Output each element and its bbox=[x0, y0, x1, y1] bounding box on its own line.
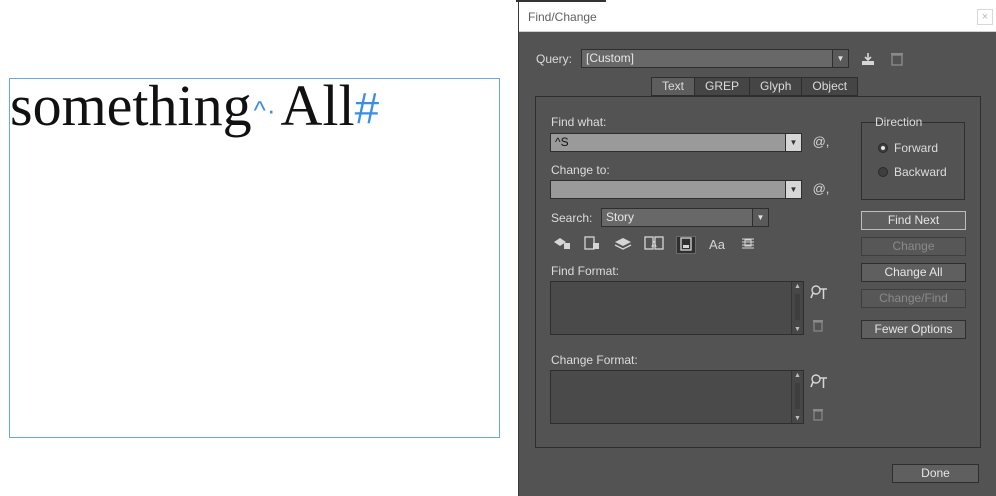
text-word-something: something bbox=[10, 73, 252, 138]
search-scope-value: Story bbox=[606, 210, 635, 224]
find-next-button[interactable]: Find Next bbox=[861, 211, 966, 230]
frame-text[interactable]: something^·All# bbox=[10, 77, 379, 135]
clear-change-format-icon[interactable] bbox=[810, 407, 826, 424]
save-query-icon[interactable] bbox=[859, 51, 877, 70]
find-format-label: Find Format: bbox=[551, 264, 620, 278]
tab-text[interactable]: Text bbox=[651, 77, 696, 96]
tab-grep[interactable]: GREP bbox=[695, 77, 751, 96]
special-char-marker: ^· bbox=[253, 95, 277, 125]
specify-change-format-icon[interactable] bbox=[809, 373, 829, 392]
search-label: Search: bbox=[551, 211, 593, 225]
specify-find-format-icon[interactable] bbox=[809, 284, 829, 303]
find-what-value: ^S bbox=[555, 135, 569, 149]
svg-text:A: A bbox=[651, 240, 657, 249]
change-format-scrollbar[interactable]: ▲ ▼ bbox=[791, 371, 803, 423]
done-button[interactable]: Done bbox=[892, 464, 979, 483]
direction-group bbox=[861, 122, 965, 200]
clear-find-format-icon[interactable] bbox=[810, 318, 826, 335]
forward-radio[interactable] bbox=[878, 143, 888, 153]
backward-radio[interactable] bbox=[878, 167, 888, 177]
text-word-all: All bbox=[280, 73, 355, 138]
include-footnotes-icon[interactable] bbox=[676, 236, 696, 254]
whole-word-icon[interactable] bbox=[738, 236, 758, 254]
change-format-box[interactable]: ▲ ▼ bbox=[550, 370, 804, 424]
chevron-down-icon[interactable]: ▼ bbox=[785, 181, 801, 198]
tab-glyph[interactable]: Glyph bbox=[750, 77, 803, 96]
change-format-label: Change Format: bbox=[551, 353, 638, 367]
change-to-label: Change to: bbox=[551, 163, 610, 177]
find-change-dialog: Find/Change × Query: [Custom] ▼ Text GRE… bbox=[518, 2, 996, 496]
include-master-pages-icon[interactable]: A bbox=[644, 236, 664, 254]
close-icon[interactable]: × bbox=[977, 9, 993, 25]
change-all-button[interactable]: Change All bbox=[861, 263, 966, 282]
search-scope-dropdown[interactable]: Story ▼ bbox=[601, 208, 769, 227]
case-sensitive-toggle[interactable]: Aa bbox=[707, 236, 727, 254]
special-characters-change-icon[interactable]: @, bbox=[810, 181, 832, 197]
change-find-button[interactable]: Change/Find bbox=[861, 289, 966, 308]
find-what-field[interactable]: ^S ▼ bbox=[550, 133, 802, 152]
direction-label: Direction bbox=[875, 115, 923, 129]
text-frame[interactable]: something^·All# bbox=[9, 77, 500, 438]
find-format-box[interactable]: ▲ ▼ bbox=[550, 281, 804, 335]
forward-label[interactable]: Forward bbox=[894, 141, 938, 155]
fewer-options-button[interactable]: Fewer Options bbox=[861, 320, 966, 339]
change-button[interactable]: Change bbox=[861, 237, 966, 256]
find-format-scrollbar[interactable]: ▲ ▼ bbox=[791, 282, 803, 334]
chevron-down-icon[interactable]: ▼ bbox=[752, 209, 768, 226]
include-hidden-layers-icon[interactable] bbox=[613, 236, 633, 254]
include-locked-layers-icon[interactable] bbox=[552, 236, 572, 254]
delete-query-icon[interactable] bbox=[889, 51, 905, 70]
dialog-titlebar[interactable]: Find/Change × bbox=[519, 2, 996, 32]
query-value: [Custom] bbox=[586, 51, 635, 65]
find-what-label: Find what: bbox=[551, 115, 607, 129]
query-label: Query: bbox=[536, 52, 573, 66]
query-dropdown[interactable]: [Custom] ▼ bbox=[581, 49, 849, 68]
tab-object[interactable]: Object bbox=[802, 77, 859, 96]
end-of-story-marker: # bbox=[354, 84, 380, 133]
chevron-down-icon[interactable]: ▼ bbox=[785, 134, 801, 151]
backward-label[interactable]: Backward bbox=[894, 165, 947, 179]
dialog-title: Find/Change bbox=[528, 10, 597, 24]
change-to-field[interactable]: ▼ bbox=[550, 180, 802, 199]
search-mode-tabs: Text GREP Glyph Object bbox=[651, 77, 859, 96]
chevron-down-icon[interactable]: ▼ bbox=[832, 50, 848, 67]
special-characters-find-icon[interactable]: @, bbox=[810, 134, 832, 150]
include-locked-stories-icon[interactable] bbox=[582, 236, 602, 254]
